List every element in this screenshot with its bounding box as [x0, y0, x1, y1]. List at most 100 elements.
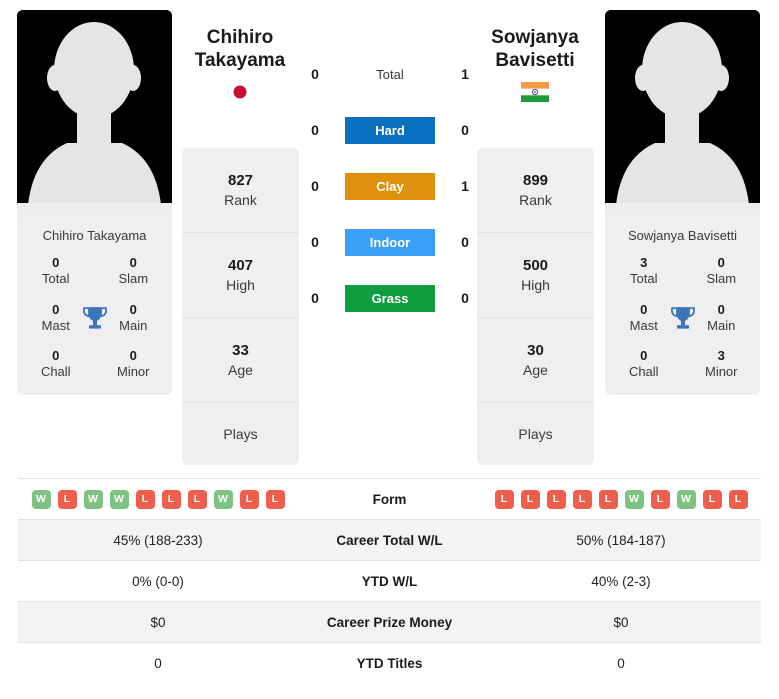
stat-plays-label: Plays — [223, 425, 258, 442]
titles-minor-right: 3 Minor — [683, 348, 761, 381]
titles-total-value: 0 — [52, 255, 60, 270]
titles-minor-left: 0 Minor — [95, 348, 173, 381]
stat-age-value: 33 — [232, 342, 249, 360]
form-badge-loss: L — [187, 489, 207, 509]
form-badge-loss: L — [239, 489, 259, 509]
form-badge-loss: L — [135, 489, 155, 509]
form-badge-win: W — [31, 489, 51, 509]
form-badge-win: W — [624, 489, 644, 509]
stat-high-label: High — [226, 276, 255, 293]
h2h-total-label: Total — [376, 66, 404, 82]
player-right-name-small: Sowjanya Bavisetti — [627, 228, 738, 243]
prize-money-left: $0 — [150, 614, 166, 630]
titles-chall-label: Chall — [40, 364, 71, 380]
titles-minor-value: 0 — [129, 348, 137, 363]
titles-slam-left: 0 Slam — [95, 255, 173, 288]
player-right-heading: Sowjanya Bavisetti — [450, 26, 620, 103]
h2h-clay-label[interactable]: Clay — [345, 172, 435, 200]
titles-chall-right: 0 Chall — [605, 348, 683, 381]
h2h-row-indoor: 0 Indoor 0 — [300, 228, 480, 256]
h2h-indoor-label[interactable]: Indoor — [345, 228, 435, 256]
stat-age-label: Age — [228, 361, 253, 378]
stat-rank-value: 827 — [227, 172, 254, 190]
form-badge-win: W — [83, 489, 103, 509]
player-comparison-page: Chihiro Takayama 0 Total 0 Slam 0 Mast 0… — [0, 0, 779, 699]
h2h-hard-label[interactable]: Hard — [345, 116, 435, 144]
titles-card-left: Chihiro Takayama 0 Total 0 Slam 0 Mast 0… — [17, 218, 172, 395]
form-badge-loss: L — [572, 489, 592, 509]
stat-rank-right: 899 Rank — [477, 148, 594, 233]
form-badge-win: W — [676, 489, 696, 509]
titles-total-left: 0 Total — [17, 255, 95, 288]
form-badge-loss: L — [702, 489, 722, 509]
titles-chall-value: 0 — [52, 348, 60, 363]
stat-plays-label: Plays — [518, 425, 553, 442]
titles-grid-right: 3 Total 0 Slam 0 Mast 0 Main 0 Chall 3 M… — [605, 255, 760, 381]
form-badge-loss: L — [728, 489, 748, 509]
stat-age-left: 33 Age — [182, 318, 299, 403]
jp-flag-icon — [226, 82, 254, 102]
stat-age-label: Age — [523, 361, 548, 378]
h2h-grass-right-score: 0 — [461, 290, 469, 306]
form-badge-loss: L — [57, 489, 77, 509]
table-row-ytd-wl: 0% (0-0) YTD W/L 40% (2-3) — [18, 560, 761, 602]
stat-rank-label: Rank — [224, 191, 257, 208]
stat-card-left: 827 Rank 407 High 33 Age Plays — [182, 148, 299, 465]
h2h-total-left-score: 0 — [311, 66, 319, 82]
in-flag-icon — [521, 82, 549, 103]
h2h-clay-right-score: 1 — [461, 178, 469, 194]
stat-high-right: 500 High — [477, 233, 594, 318]
h2h-grass-left-score: 0 — [311, 290, 319, 306]
titles-slam-value: 0 — [717, 255, 725, 270]
comparison-table: WLWWLLLWLL Form LLLLLWLWLL 45% (188-233)… — [18, 478, 761, 684]
titles-slam-label: Slam — [706, 271, 737, 287]
ytd-titles-right: 0 — [617, 655, 625, 671]
career-wl-left: 45% (188-233) — [113, 532, 203, 548]
h2h-indoor-right-score: 0 — [461, 234, 469, 250]
stat-high-value: 500 — [522, 257, 549, 275]
avatar-left — [17, 10, 172, 218]
h2h-indoor-mid: Indoor — [330, 228, 450, 256]
stat-high-value: 407 — [227, 257, 254, 275]
form-strip-left: WLWWLLLWLL — [18, 489, 298, 509]
titles-total-right: 3 Total — [605, 255, 683, 288]
comparison-header: Chihiro Takayama 0 Total 0 Slam 0 Mast 0… — [0, 0, 779, 478]
trophy-icon — [670, 305, 696, 333]
titles-chall-value: 0 — [640, 348, 648, 363]
stat-plays-left: Plays — [182, 403, 299, 465]
form-badge-loss: L — [650, 489, 670, 509]
player-right-last-name: Bavisetti — [495, 50, 575, 72]
ytd-wl-right: 40% (2-3) — [591, 573, 651, 589]
player-left-column: Chihiro Takayama 0 Total 0 Slam 0 Mast 0… — [17, 10, 177, 395]
row-label-ytd-titles: YTD Titles — [356, 655, 423, 671]
player-left-first-name: Chihiro — [206, 27, 274, 48]
h2h-row-clay: 0 Clay 1 — [300, 172, 480, 200]
h2h-hard-left-score: 0 — [311, 122, 319, 138]
row-label-form: Form — [372, 491, 407, 507]
titles-card-right: Sowjanya Bavisetti 3 Total 0 Slam 0 Mast — [605, 218, 760, 395]
form-left-cell: WLWWLLLWLL — [18, 479, 298, 520]
table-row-career-wl: 45% (188-233) Career Total W/L 50% (184-… — [18, 519, 761, 561]
titles-slam-value: 0 — [129, 255, 137, 270]
stat-rank-value: 899 — [522, 172, 549, 190]
titles-total-value: 3 — [640, 255, 648, 270]
form-right-cell: LLLLLWLWLL — [481, 479, 761, 520]
stat-high-left: 407 High — [182, 233, 299, 318]
stat-plays-right: Plays — [477, 403, 594, 465]
titles-grid-left: 0 Total 0 Slam 0 Mast 0 Main 0 Chall 0 M… — [17, 255, 172, 381]
row-label-ytd-wl: YTD W/L — [361, 573, 418, 589]
titles-minor-label: Minor — [116, 364, 150, 380]
player-right-flag-wrap — [450, 82, 620, 103]
h2h-hard-right-score: 0 — [461, 122, 469, 138]
titles-minor-value: 3 — [717, 348, 725, 363]
prize-money-right: $0 — [613, 614, 629, 630]
form-badge-loss: L — [161, 489, 181, 509]
stat-rank-label: Rank — [519, 191, 552, 208]
player-left-name-small: Chihiro Takayama — [42, 228, 147, 243]
form-badge-loss: L — [546, 489, 566, 509]
stat-card-right: 899 Rank 500 High 30 Age Plays — [477, 148, 594, 465]
table-row-ytd-titles: 0 YTD Titles 0 — [18, 642, 761, 684]
row-label-career-wl: Career Total W/L — [336, 532, 443, 548]
h2h-grass-label[interactable]: Grass — [345, 284, 435, 312]
h2h-clay-mid: Clay — [330, 172, 450, 200]
